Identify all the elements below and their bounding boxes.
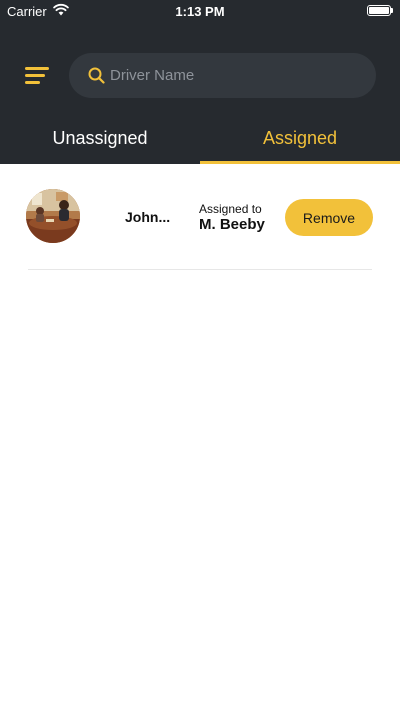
status-time: 1:13 PM (175, 4, 225, 19)
assigned-to-name: M. Beeby (199, 216, 265, 233)
search-icon (88, 67, 105, 84)
hamburger-menu-icon[interactable] (25, 65, 51, 87)
battery-icon (367, 5, 391, 16)
remove-button[interactable]: Remove (285, 199, 373, 236)
tab-assigned[interactable]: Assigned (200, 115, 400, 164)
driver-avatar (26, 189, 80, 243)
tab-unassigned[interactable]: Unassigned (0, 115, 200, 164)
app-header: Carrier 1:13 PM Unassigned Assigned (0, 0, 400, 164)
menu-line (25, 67, 49, 70)
driver-name: John... (125, 209, 171, 225)
battery-tip (391, 8, 393, 13)
battery-level-fill (369, 7, 389, 14)
assignment-row: John... Assigned to M. Beeby Remove (0, 164, 400, 270)
avatar-photo (26, 189, 80, 243)
row-divider (28, 269, 372, 270)
search-box[interactable] (69, 53, 376, 98)
status-bar: Carrier 1:13 PM (0, 0, 400, 22)
assigned-to-caption: Assigned to (199, 202, 262, 216)
menu-line (25, 74, 45, 77)
menu-line (25, 81, 40, 84)
driver-search-input[interactable] (110, 53, 360, 98)
